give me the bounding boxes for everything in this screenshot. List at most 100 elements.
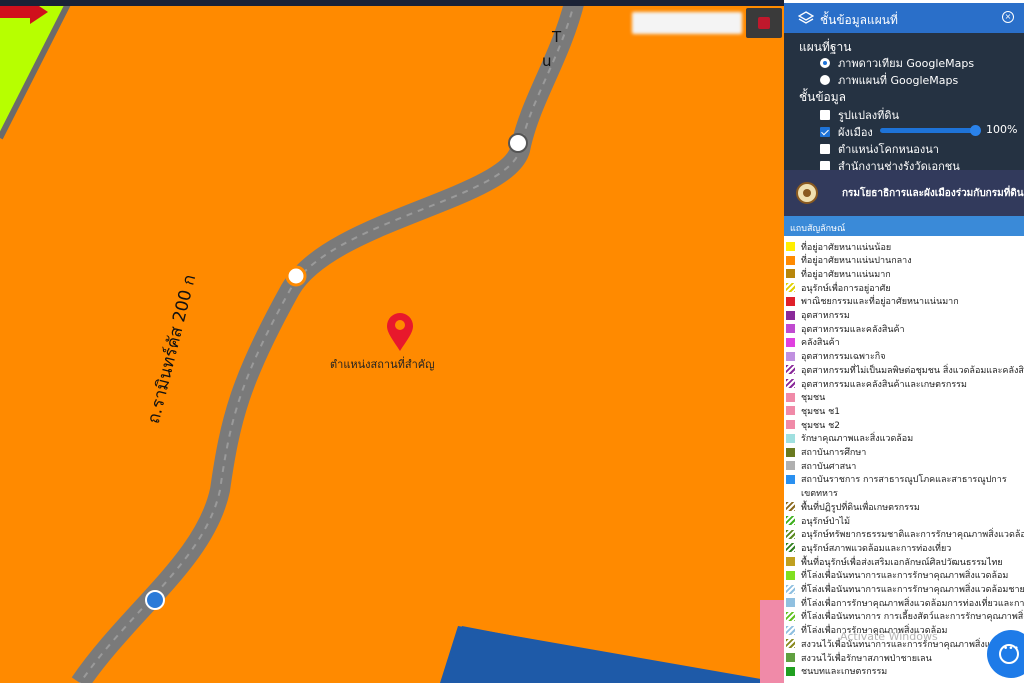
legend-item: อุตสาหกรรมที่ไม่เป็นมลพิษต่อชุมชน สิ่งแว… xyxy=(786,363,1024,376)
legend-item: อุตสาหกรรมและคลังสินค้า xyxy=(786,322,905,335)
checkbox-khoknongna[interactable] xyxy=(820,144,830,154)
legend-item: พาณิชยกรรมและที่อยู่อาศัยหนาแน่นมาก xyxy=(786,295,959,308)
layers-title: ชั้นข้อมูล xyxy=(799,90,847,104)
legend-item: ชุมชน xyxy=(786,391,825,404)
layer-option-parcels[interactable]: รูปแปลงที่ดิน xyxy=(820,106,899,124)
layers-box: แผนที่ฐาน ภาพดาวเทียม GoogleMaps ภาพแผนท… xyxy=(784,33,1024,173)
layer-panel: ชั้นข้อมูลแผนที่ × แผนที่ฐาน ภาพดาวเทียม… xyxy=(784,0,1024,683)
agency-banner: กรมโยธาธิการและผังเมืองร่วมกับกรมที่ดิน xyxy=(784,170,1024,216)
zone-community xyxy=(760,600,784,683)
legend-swatch xyxy=(786,584,795,594)
legend-label: เขตทหาร xyxy=(801,489,838,500)
legend-label: ชุมชน ช2 xyxy=(801,420,840,431)
legend-swatch xyxy=(786,379,795,388)
legend-swatch xyxy=(786,598,795,608)
legend-label: ที่โล่งเพื่อนันทนาการ การเลี้ยงสัตว์และก… xyxy=(801,612,1024,623)
map-search-input[interactable] xyxy=(632,12,742,34)
radio-satellite[interactable] xyxy=(820,58,830,68)
legend-swatch xyxy=(786,296,795,306)
legend-label: ที่อยู่อาศัยหนาแน่นน้อย xyxy=(801,242,892,253)
legend-label: คลังสินค้า xyxy=(801,338,840,349)
restaurant-icon[interactable] xyxy=(285,265,307,287)
slider-thumb[interactable] xyxy=(970,125,981,136)
legend-swatch xyxy=(786,570,795,580)
legend-swatch xyxy=(786,283,795,293)
legend-label: สงวนไว้เพื่อรักษาสภาพป่าชายเลน xyxy=(801,653,932,664)
panel-title: ชั้นข้อมูลแผนที่ xyxy=(820,13,898,27)
legend-swatch xyxy=(786,653,795,662)
legend-item: พื้นที่อนุรักษ์เพื่อส่งเสริมเอกลักษณ์ศิล… xyxy=(786,555,1003,568)
legend-swatch xyxy=(786,420,795,430)
legend-swatch xyxy=(786,625,795,635)
banner-text: กรมโยธาธิการและผังเมืองร่วมกับกรมที่ดิน xyxy=(842,188,1024,199)
legend-label: ที่อยู่อาศัยหนาแน่นปานกลาง xyxy=(801,256,912,267)
legend-label: ชุมชน ช1 xyxy=(801,406,840,417)
legend-label: อนุรักษ์ป่าไม้ xyxy=(801,516,850,527)
legend-label: พื้นที่อนุรักษ์เพื่อส่งเสริมเอกลักษณ์ศิล… xyxy=(801,557,1003,568)
legend-swatch xyxy=(786,461,795,471)
legend-item: ที่อยู่อาศัยหนาแน่นปานกลาง xyxy=(786,254,912,267)
legend-swatch xyxy=(786,310,795,320)
legend-title: แถบสัญลักษณ์ xyxy=(784,216,1024,236)
legend-swatch xyxy=(786,666,795,676)
legend-label: ที่อยู่อาศัยหนาแน่นมาก xyxy=(801,269,891,280)
legend-item: อุตสาหกรรมเฉพาะกิจ xyxy=(786,350,886,363)
legend-swatch xyxy=(786,516,795,525)
transport-icon[interactable] xyxy=(145,590,165,610)
layer-label-khoknongna: ตำแหน่งโคกหนองนา xyxy=(838,143,939,156)
legend-label: อุตสาหกรรมและคลังสินค้าและเกษตรกรรม xyxy=(801,379,967,390)
layers-icon xyxy=(798,11,814,24)
opacity-value: 100% xyxy=(986,123,1018,136)
legend-swatch xyxy=(786,269,795,279)
legend-item: อุตสาหกรรมและคลังสินค้าและเกษตรกรรม xyxy=(786,377,967,390)
basemap-label-map: ภาพแผนที่ GoogleMaps xyxy=(838,74,959,87)
legend-item: ที่อยู่อาศัยหนาแน่นน้อย xyxy=(786,240,891,253)
legend-item: ที่โล่งเพื่อนันทนาการ การเลี้ยงสัตว์และก… xyxy=(786,610,1024,623)
opacity-slider[interactable] xyxy=(880,125,981,136)
legend-item: สงวนไว้เพื่อรักษาสภาพป่าชายเลน xyxy=(786,651,932,664)
legend-label: สถาบันการศึกษา xyxy=(801,448,867,458)
legend-item: ชุมชน ช2 xyxy=(786,418,840,431)
radio-map[interactable] xyxy=(820,75,830,85)
legend-label: ชุมชน xyxy=(801,393,826,404)
map-tool-button[interactable] xyxy=(746,8,782,38)
basemap-option-map[interactable]: ภาพแผนที่ GoogleMaps xyxy=(820,71,958,89)
watermark: Activate Windows xyxy=(840,630,938,643)
legend-label: อุตสาหกรรมเฉพาะกิจ xyxy=(801,352,886,363)
legend-item: ที่อยู่อาศัยหนาแน่นมาก xyxy=(786,267,891,280)
legend-item: ชุมชน ช1 xyxy=(786,404,840,417)
legend-swatch xyxy=(786,557,795,567)
legend-swatch xyxy=(786,639,795,649)
legend-label: อุตสาหกรรม xyxy=(801,311,850,321)
legend-swatch xyxy=(786,255,795,265)
legend-label: ที่โล่งเพื่อนันทนาการและการรักษาคุณภาพสิ… xyxy=(801,585,1024,595)
close-icon[interactable]: × xyxy=(1002,11,1014,23)
legend-label: ที่โล่งเพื่อนันทนาการและการรักษาคุณภาพสิ… xyxy=(801,571,1009,582)
legend-item: สถาบันการศึกษา xyxy=(786,446,866,459)
legend-swatch xyxy=(786,242,795,251)
layer-option-cityplan[interactable]: ผังเมือง xyxy=(820,123,873,141)
legend-item: สถาบันศาสนา xyxy=(786,459,856,472)
legend-swatch xyxy=(786,611,795,621)
checkbox-cityplan[interactable] xyxy=(820,127,830,137)
layer-option-khoknongna[interactable]: ตำแหน่งโคกหนองนา xyxy=(820,140,939,158)
layer-label-parcels: รูปแปลงที่ดิน xyxy=(838,109,899,122)
checkbox-parcels[interactable] xyxy=(820,110,830,120)
basemap-option-satellite[interactable]: ภาพดาวเทียม GoogleMaps xyxy=(820,54,974,72)
basemap-label-satellite: ภาพดาวเทียม GoogleMaps xyxy=(838,57,975,70)
legend-item: สถาบันราชการ การสาธารณูปโภคและสาธารณูปกา… xyxy=(786,473,1007,486)
legend-item: พื้นที่ปฏิรูปที่ดินเพื่อเกษตรกรรม xyxy=(786,500,920,513)
legend-swatch xyxy=(786,489,795,498)
poi-icon[interactable] xyxy=(508,133,528,153)
legend-label: สถาบันราชการ การสาธารณูปโภคและสาธารณูปกา… xyxy=(801,475,1007,486)
legend-item: ที่โล่งเพื่อนันทนาการและการรักษาคุณภาพสิ… xyxy=(786,583,1024,596)
legend-swatch xyxy=(786,406,795,416)
legend-label: พาณิชยกรรมและที่อยู่อาศัยหนาแน่นมาก xyxy=(801,297,959,308)
agency-seal-icon xyxy=(796,182,818,204)
legend-swatch xyxy=(786,543,795,553)
legend-swatch xyxy=(786,474,795,484)
zone-medium-density xyxy=(0,0,784,683)
legend-item: อนุรักษ์ทรัพยากรธรรมชาติและการรักษาคุณภา… xyxy=(786,528,1024,541)
legend-swatch xyxy=(786,324,795,334)
map-canvas[interactable]: ตำแหน่งสถานที่สำคัญ ถ.รามินทร์คัส 200 ก … xyxy=(0,0,784,683)
